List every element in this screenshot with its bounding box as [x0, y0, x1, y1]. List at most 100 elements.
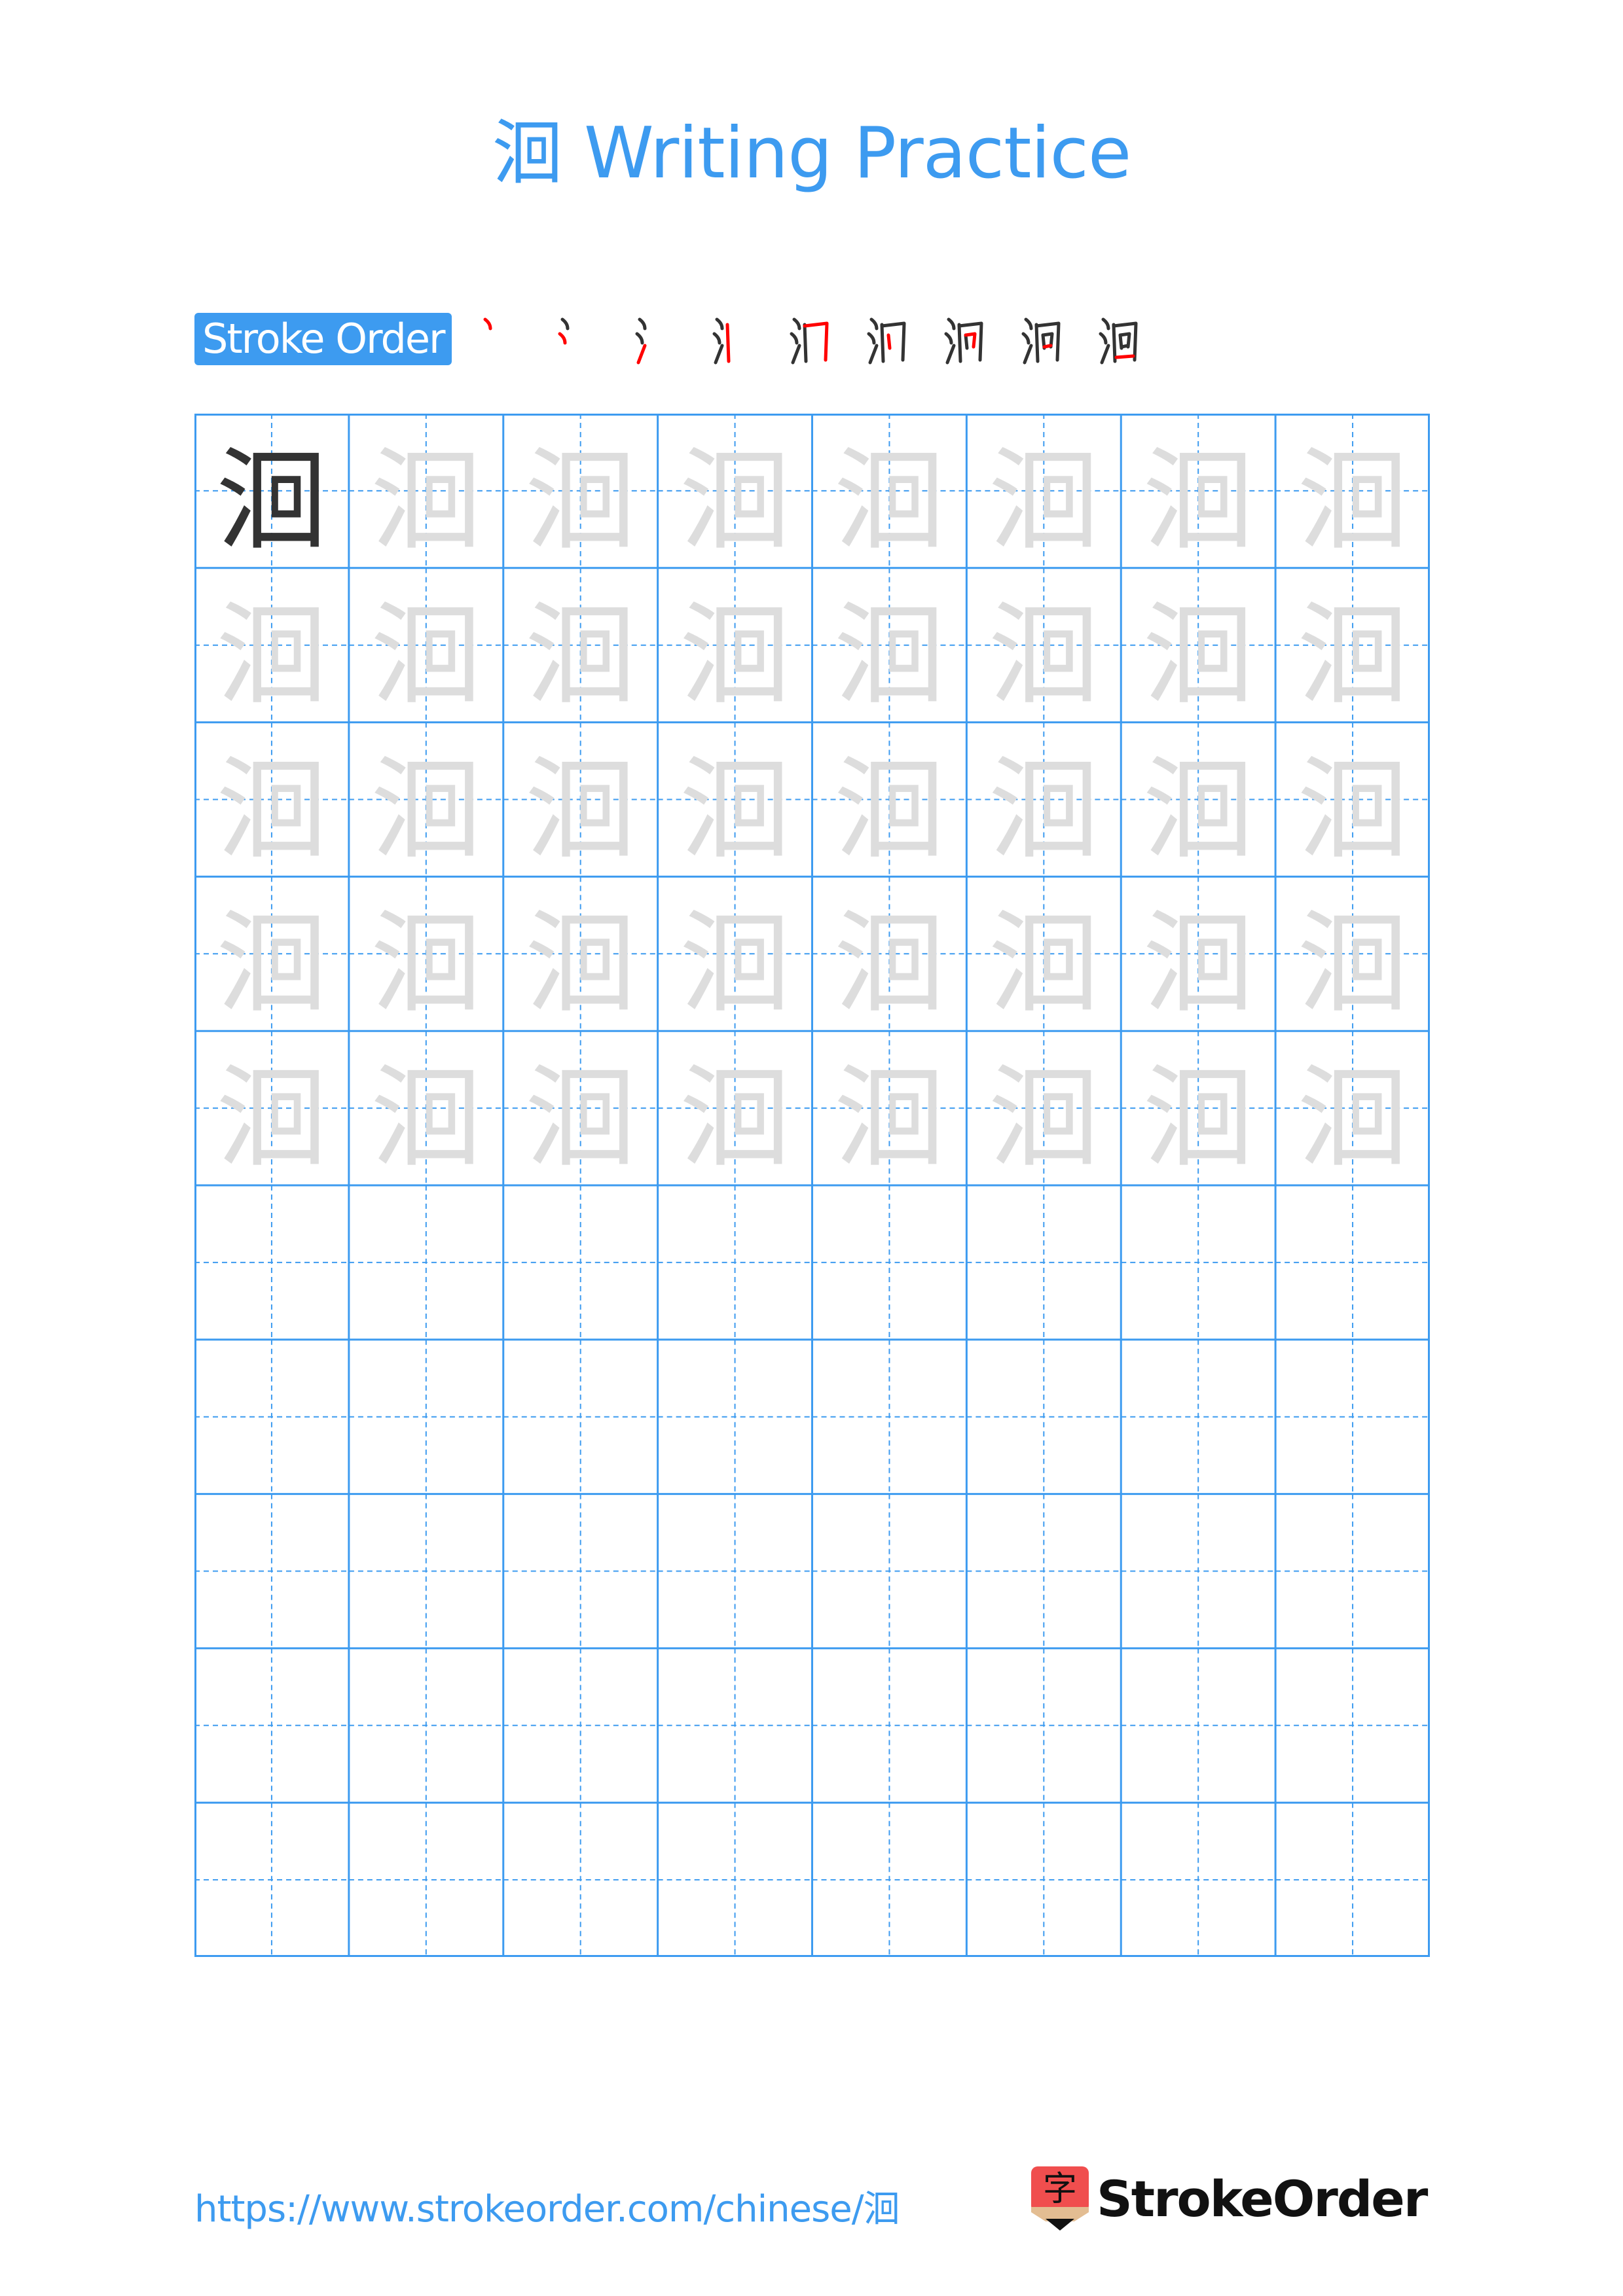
practice-cell[interactable]: 洄: [658, 568, 812, 723]
practice-cell[interactable]: 洄: [503, 876, 658, 1031]
practice-cell[interactable]: [966, 1648, 1121, 1803]
practice-cell[interactable]: [1275, 1648, 1430, 1803]
practice-cell[interactable]: 洄: [812, 1031, 967, 1185]
practice-cell[interactable]: [194, 1803, 349, 1957]
practice-cell[interactable]: [966, 1340, 1121, 1494]
practice-cell[interactable]: [194, 1648, 349, 1803]
practice-cell[interactable]: [658, 1494, 812, 1649]
practice-cell[interactable]: 洄: [349, 723, 503, 877]
brand-logo: 字 StrokeOrder: [1031, 2166, 1428, 2231]
footer-url-link[interactable]: https://www.strokeorder.com/chinese/洄: [194, 2179, 900, 2233]
practice-cell[interactable]: [349, 1648, 503, 1803]
practice-cell[interactable]: [349, 1185, 503, 1340]
practice-cell[interactable]: [349, 1494, 503, 1649]
brand-name: StrokeOrder: [1097, 2169, 1428, 2228]
practice-cell[interactable]: 洄: [194, 1031, 349, 1185]
practice-cell[interactable]: [503, 1494, 658, 1649]
practice-cell[interactable]: 洄: [812, 723, 967, 877]
practice-cell[interactable]: 洄: [1275, 723, 1430, 877]
practice-cell[interactable]: 洄: [658, 414, 812, 568]
practice-cell[interactable]: 洄: [194, 414, 349, 568]
trace-character: 洄: [370, 590, 482, 721]
practice-cell[interactable]: 洄: [966, 876, 1121, 1031]
practice-grid: 洄洄洄洄洄洄洄洄洄洄洄洄洄洄洄洄洄洄洄洄洄洄洄洄洄洄洄洄洄洄洄洄洄洄洄洄洄洄洄洄: [194, 414, 1430, 1957]
practice-cell[interactable]: 洄: [658, 1031, 812, 1185]
practice-cell[interactable]: [812, 1185, 967, 1340]
practice-cell[interactable]: 洄: [658, 876, 812, 1031]
practice-cell[interactable]: 洄: [194, 568, 349, 723]
practice-cell[interactable]: [658, 1648, 812, 1803]
practice-cell[interactable]: [812, 1803, 967, 1957]
trace-character: 洄: [215, 745, 327, 875]
practice-cell[interactable]: [1121, 1648, 1275, 1803]
trace-character: 洄: [679, 1054, 791, 1184]
trace-character: 洄: [833, 745, 945, 875]
practice-cell[interactable]: [1121, 1803, 1275, 1957]
practice-cell[interactable]: [1121, 1185, 1275, 1340]
trace-character: 洄: [1142, 745, 1254, 875]
practice-cell[interactable]: [1275, 1185, 1430, 1340]
trace-character: 洄: [524, 590, 636, 721]
practice-cell[interactable]: [658, 1185, 812, 1340]
practice-cell[interactable]: 洄: [1121, 568, 1275, 723]
practice-cell[interactable]: 洄: [349, 568, 503, 723]
practice-cell[interactable]: 洄: [966, 414, 1121, 568]
practice-cell[interactable]: 洄: [1121, 414, 1275, 568]
trace-character: 洄: [1297, 1054, 1409, 1184]
practice-cell[interactable]: [812, 1340, 967, 1494]
practice-cell[interactable]: 洄: [966, 568, 1121, 723]
practice-cell[interactable]: [658, 1340, 812, 1494]
practice-cell[interactable]: 洄: [1275, 568, 1430, 723]
practice-cell[interactable]: [349, 1340, 503, 1494]
trace-character: 洄: [679, 590, 791, 721]
practice-cell[interactable]: 洄: [658, 723, 812, 877]
practice-cell[interactable]: 洄: [1275, 414, 1430, 568]
practice-cell[interactable]: 洄: [349, 1031, 503, 1185]
practice-cell[interactable]: 洄: [966, 1031, 1121, 1185]
practice-cell[interactable]: [966, 1803, 1121, 1957]
stroke-order-label: Stroke Order: [194, 313, 452, 365]
practice-cell[interactable]: [812, 1494, 967, 1649]
practice-cell[interactable]: [503, 1648, 658, 1803]
stroke-order-section: Stroke Order: [194, 313, 1156, 365]
practice-cell[interactable]: 洄: [194, 723, 349, 877]
stroke-step: [461, 310, 538, 368]
practice-cell[interactable]: [194, 1494, 349, 1649]
practice-cell[interactable]: [349, 1803, 503, 1957]
practice-cell[interactable]: [503, 1185, 658, 1340]
practice-cell[interactable]: 洄: [503, 414, 658, 568]
practice-cell[interactable]: [966, 1185, 1121, 1340]
practice-cell[interactable]: 洄: [503, 568, 658, 723]
stroke-step: [847, 310, 924, 368]
practice-cell[interactable]: 洄: [1121, 876, 1275, 1031]
practice-cell[interactable]: 洄: [966, 723, 1121, 877]
practice-cell[interactable]: 洄: [1275, 876, 1430, 1031]
practice-cell[interactable]: 洄: [1121, 1031, 1275, 1185]
trace-character: 洄: [370, 745, 482, 875]
practice-cell[interactable]: 洄: [503, 723, 658, 877]
practice-cell[interactable]: [966, 1494, 1121, 1649]
practice-cell[interactable]: [1121, 1494, 1275, 1649]
practice-cell[interactable]: 洄: [812, 414, 967, 568]
practice-cell[interactable]: [1275, 1494, 1430, 1649]
practice-cell[interactable]: 洄: [812, 568, 967, 723]
practice-cell[interactable]: 洄: [1121, 723, 1275, 877]
practice-cell[interactable]: [658, 1803, 812, 1957]
practice-cell[interactable]: [812, 1648, 967, 1803]
practice-cell[interactable]: 洄: [349, 876, 503, 1031]
trace-character: 洄: [679, 745, 791, 875]
practice-cell[interactable]: 洄: [349, 414, 503, 568]
practice-cell[interactable]: 洄: [812, 876, 967, 1031]
practice-cell[interactable]: [503, 1803, 658, 1957]
practice-cell[interactable]: 洄: [1275, 1031, 1430, 1185]
practice-cell[interactable]: 洄: [503, 1031, 658, 1185]
practice-cell[interactable]: 洄: [194, 876, 349, 1031]
practice-cell[interactable]: [503, 1340, 658, 1494]
practice-cell[interactable]: [1121, 1340, 1275, 1494]
practice-cell[interactable]: [1275, 1340, 1430, 1494]
practice-cell[interactable]: [194, 1185, 349, 1340]
practice-cell[interactable]: [1275, 1803, 1430, 1957]
trace-character: 洄: [833, 899, 945, 1030]
practice-cell[interactable]: [194, 1340, 349, 1494]
trace-character: 洄: [524, 899, 636, 1030]
